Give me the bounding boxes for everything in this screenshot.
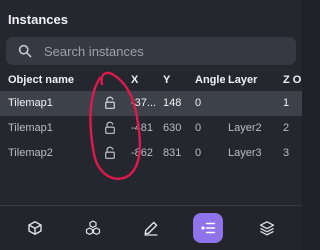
header-y[interactable]: Y bbox=[163, 69, 191, 91]
x-cell: -37... bbox=[131, 97, 157, 109]
unlocked-padlock-icon bbox=[105, 146, 115, 160]
angle-cell: 0 bbox=[195, 97, 202, 109]
header-x[interactable]: X bbox=[131, 69, 157, 91]
z-order-cell: 3 bbox=[283, 147, 290, 159]
object-tool-button[interactable] bbox=[20, 213, 50, 243]
table-row[interactable]: Tilemap2 -862 831 0 Layer3 3 bbox=[0, 141, 302, 166]
x-cell: -481 bbox=[131, 122, 154, 134]
unlocked-padlock-icon bbox=[105, 121, 115, 135]
header-layer[interactable]: Layer bbox=[228, 69, 278, 91]
search-input[interactable] bbox=[44, 42, 284, 60]
layers-icon bbox=[259, 221, 275, 236]
angle-cell: 0 bbox=[195, 147, 202, 159]
properties-button[interactable] bbox=[136, 213, 166, 243]
y-cell: 630 bbox=[163, 122, 182, 134]
instances-list-button[interactable] bbox=[193, 213, 223, 243]
cubes-icon bbox=[85, 220, 101, 235]
object-name-cell: Tilemap1 bbox=[8, 122, 53, 134]
x-cell: -862 bbox=[131, 147, 154, 159]
lock-toggle[interactable] bbox=[98, 116, 122, 141]
instances-list-icon bbox=[201, 222, 216, 234]
table-header: Object name X Y Angle Layer Z O... bbox=[0, 69, 302, 91]
layer-cell bbox=[228, 91, 278, 116]
search-icon bbox=[18, 44, 32, 58]
layer-cell: Layer3 bbox=[228, 147, 262, 159]
unlocked-padlock-icon bbox=[105, 96, 115, 110]
instances-panel: Instances Object name X Y Angle Layer Z … bbox=[0, 0, 302, 250]
z-order-cell: 1 bbox=[283, 97, 290, 109]
header-z-order[interactable]: Z O... bbox=[283, 69, 301, 91]
layers-button[interactable] bbox=[252, 213, 282, 243]
y-cell: 831 bbox=[163, 147, 182, 159]
header-angle[interactable]: Angle bbox=[195, 69, 225, 91]
angle-cell: 0 bbox=[195, 122, 202, 134]
lock-toggle[interactable] bbox=[98, 91, 122, 116]
cube-icon bbox=[28, 221, 42, 235]
layer-cell: Layer2 bbox=[228, 122, 262, 134]
object-name-cell: Tilemap1 bbox=[8, 97, 53, 109]
bottom-toolbar bbox=[0, 206, 302, 250]
object-groups-button[interactable] bbox=[78, 213, 108, 243]
lock-toggle[interactable] bbox=[98, 141, 122, 166]
header-object-name[interactable]: Object name bbox=[8, 69, 90, 91]
header-lock bbox=[98, 69, 122, 91]
table-row[interactable]: Tilemap1 -481 630 0 Layer2 2 bbox=[0, 116, 302, 141]
instances-table: Object name X Y Angle Layer Z O... Tilem… bbox=[0, 69, 302, 166]
table-row[interactable]: Tilemap1 -37... 148 0 1 bbox=[0, 91, 302, 116]
pencil-icon bbox=[144, 221, 158, 236]
y-cell: 148 bbox=[163, 97, 182, 109]
panel-title: Instances bbox=[8, 12, 68, 27]
object-name-cell: Tilemap2 bbox=[8, 147, 53, 159]
z-order-cell: 2 bbox=[283, 122, 290, 134]
search-bar[interactable] bbox=[6, 37, 296, 65]
